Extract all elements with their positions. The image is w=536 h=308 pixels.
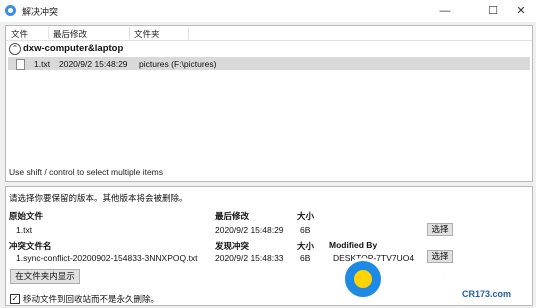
original-modified: 2020/9/2 15:48:29 — [215, 225, 284, 235]
group-label: dxw-computer&laptop — [23, 43, 124, 54]
column-modified[interactable]: 最后修改 — [53, 28, 87, 40]
recycle-bin-checkbox[interactable]: ✓ — [10, 294, 20, 304]
conflict-modified: 2020/9/2 15:48:33 — [215, 253, 284, 263]
select-original-button[interactable]: 选择 — [427, 223, 453, 236]
recycle-bin-label[interactable]: 移动文件到回收站而不是永久删除。 — [23, 293, 159, 305]
instruction-text: 请选择你要保留的版本。其他版本将会被删除。 — [9, 193, 188, 203]
conflict-size: 6B — [300, 253, 311, 263]
column-divider[interactable] — [48, 27, 49, 39]
conflict-found-header: 发现冲突 — [215, 241, 250, 251]
file-name: 1.txt — [34, 59, 51, 69]
conflict-file-name: 1.sync-conflict-20200902-154833-3NNXPOQ.… — [16, 253, 198, 263]
maximize-button[interactable]: ☐ — [478, 2, 508, 20]
column-divider[interactable] — [188, 27, 189, 39]
file-folder: pictures (F:\pictures) — [139, 59, 217, 69]
column-header: 文件 最后修改 文件夹 — [6, 26, 532, 41]
selection-hint: Use shift / control to select multiple i… — [9, 167, 164, 177]
conflict-file-header: 冲突文件名 — [9, 241, 52, 251]
original-size: 6B — [300, 225, 311, 235]
column-folder[interactable]: 文件夹 — [134, 28, 160, 40]
group-header[interactable]: ⌃ dxw-computer&laptop — [6, 42, 532, 56]
original-file-header: 原始文件 — [9, 211, 44, 221]
original-modified-header: 最后修改 — [215, 211, 250, 221]
modified-by-header: Modified By — [329, 240, 378, 250]
conflict-list[interactable]: 文件 最后修改 文件夹 ⌃ dxw-computer&laptop 1.txt … — [5, 25, 533, 182]
app-icon — [5, 5, 16, 16]
watermark-site: CR173.com — [462, 289, 512, 299]
collapse-icon[interactable]: ⌃ — [9, 43, 21, 55]
file-modified: 2020/9/2 15:48:29 — [59, 59, 128, 69]
original-file-name: 1.txt — [16, 225, 33, 235]
window-title: 解决冲突 — [22, 7, 59, 17]
conflict-size-header: 大小 — [297, 241, 315, 251]
watermark-logo — [342, 258, 384, 300]
watermark-brand: 西西软件园 — [385, 265, 492, 291]
file-icon — [16, 59, 25, 70]
watermark: 西西软件园 CR173.com — [338, 256, 534, 306]
original-size-header: 大小 — [297, 211, 315, 221]
title-bar: 解决冲突 — ☐ ✕ — [0, 0, 536, 22]
column-divider[interactable] — [129, 27, 130, 39]
column-file[interactable]: 文件 — [11, 28, 28, 40]
close-button[interactable]: ✕ — [506, 2, 536, 20]
list-item[interactable]: 1.txt 2020/9/2 15:48:29 pictures (F:\pic… — [8, 57, 530, 70]
show-in-folder-button[interactable]: 在文件夹内显示 — [10, 269, 80, 284]
minimize-button[interactable]: — — [430, 2, 460, 20]
